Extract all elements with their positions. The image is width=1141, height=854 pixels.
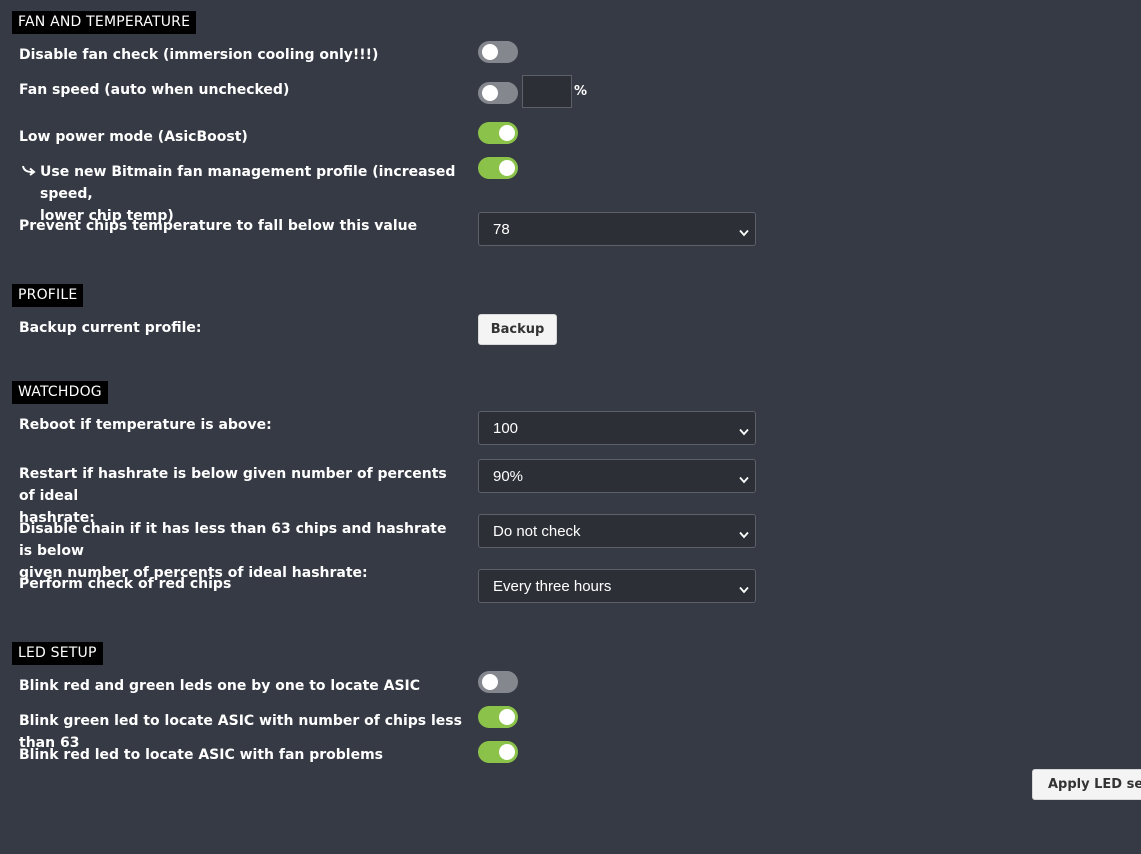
toggle-knob	[482, 674, 498, 690]
chevron-down-icon	[739, 527, 749, 543]
red-chips-value: Every three hours	[493, 578, 612, 595]
disable-chain-label-line1: Disable chain if it has less than 63 chi…	[19, 521, 447, 559]
blink-red-toggle[interactable]	[478, 741, 518, 763]
toggle-knob	[482, 85, 498, 101]
blink-green-toggle[interactable]	[478, 706, 518, 728]
backup-label: Backup current profile:	[19, 320, 202, 336]
disable-chain-select[interactable]: Do not check	[478, 514, 756, 548]
reboot-temp-select[interactable]: 100	[478, 411, 756, 445]
fan-speed-input[interactable]	[522, 75, 572, 108]
toggle-knob	[499, 744, 515, 760]
blink-both-label: Blink red and green leds one by one to l…	[19, 678, 421, 694]
disable-fan-check-label: Disable fan check (immersion cooling onl…	[19, 47, 379, 63]
min-temp-select[interactable]: 78	[478, 212, 756, 246]
percent-unit: %	[574, 84, 588, 99]
blink-both-toggle[interactable]	[478, 671, 518, 693]
restart-hashrate-select[interactable]: 90%	[478, 459, 756, 493]
chevron-down-icon	[739, 582, 749, 598]
chevron-down-icon	[739, 472, 749, 488]
disable-chain-value: Do not check	[493, 523, 581, 540]
section-title-profile: PROFILE	[12, 284, 84, 307]
chevron-down-icon	[739, 225, 749, 241]
section-title-fan-temperature: FAN AND TEMPERATURE	[12, 11, 197, 34]
section-title-watchdog: WATCHDOG	[12, 381, 108, 404]
toggle-knob	[499, 160, 515, 176]
section-title-led-setup: LED SETUP	[12, 642, 103, 665]
low-power-toggle[interactable]	[478, 122, 518, 144]
toggle-knob	[499, 125, 515, 141]
toggle-knob	[499, 709, 515, 725]
reboot-temp-value: 100	[493, 420, 519, 437]
backup-button[interactable]: Backup	[478, 314, 557, 345]
chevron-down-icon	[739, 424, 749, 440]
bitmain-profile-toggle[interactable]	[478, 157, 518, 179]
reboot-temp-label: Reboot if temperature is above:	[19, 417, 272, 433]
fan-speed-toggle[interactable]	[478, 82, 518, 104]
disable-fan-check-toggle[interactable]	[478, 41, 518, 63]
bitmain-profile-label-line1: Use new Bitmain fan management profile (…	[40, 164, 456, 202]
red-chips-label: Perform check of red chips	[19, 576, 232, 592]
restart-hashrate-value: 90%	[493, 468, 524, 485]
red-chips-select[interactable]: Every three hours	[478, 569, 756, 603]
min-temp-label: Prevent chips temperature to fall below …	[19, 218, 418, 234]
curved-arrow-icon	[21, 164, 37, 180]
blink-red-label: Blink red led to locate ASIC with fan pr…	[19, 747, 384, 763]
low-power-label: Low power mode (AsicBoost)	[19, 129, 248, 145]
fan-speed-label: Fan speed (auto when unchecked)	[19, 82, 290, 98]
restart-hashrate-label-line1: Restart if hashrate is below given numbe…	[19, 466, 447, 504]
min-temp-value: 78	[493, 221, 510, 238]
apply-led-setup-button[interactable]: Apply LED setu	[1032, 769, 1141, 800]
toggle-knob	[482, 44, 498, 60]
